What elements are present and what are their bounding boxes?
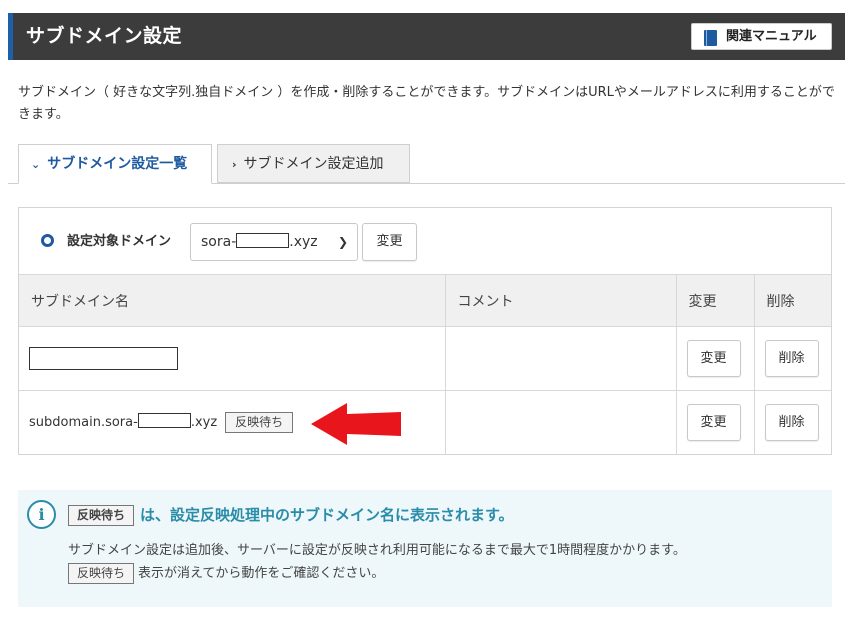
tab-subdomain-list[interactable]: ⌄ サブドメイン設定一覧 [18,144,212,184]
page-title: サブドメイン設定 [26,25,183,47]
table-row: 変更 削除 [19,326,831,391]
info-box: i 反映待ち は、設定反映処理中のサブドメイン名に表示されます。 サブドメイン設定… [18,490,832,607]
change-cell: 変更 [676,390,755,455]
info-line2: 反映待ち 表示が消えてから動作をご確認ください。 [68,562,384,584]
domain-value-suffix: .xyz [289,234,318,250]
book-icon [704,30,717,46]
chevron-right-icon: › [232,158,237,171]
pending-badge: 反映待ち [68,505,135,526]
subdomain-table: サブドメイン名 コメント 変更 削除 変更 削除 subdomain.sora-… [19,274,831,455]
target-domain-select[interactable]: sora- .xyz ❯ [190,223,358,261]
header-change: 変更 [676,274,755,327]
delete-button[interactable]: 削除 [764,404,819,442]
subdomain-name-cell [19,326,446,391]
change-button[interactable]: 変更 [686,340,741,377]
table-header-row: サブドメイン名 コメント 変更 削除 [19,274,831,327]
domain-value-prefix: sora- [201,234,237,250]
info-line2-text: 表示が消えてから動作をご確認ください。 [138,566,385,581]
info-icon: i [27,500,56,529]
info-heading: 反映待ち は、設定反映処理中のサブドメイン名に表示されます。 [68,504,514,526]
chevron-down-icon: ⌄ [31,158,41,171]
header-subdomain-name: サブドメイン名 [19,274,446,327]
table-row: subdomain.sora- .xyz 反映待ち 変更 削除 [19,390,831,455]
page-description: サブドメイン（ 好きな文字列.独自ドメイン ）を作成・削除することができます。サ… [18,85,835,122]
comment-cell [445,326,677,391]
tab-subdomain-list-label: サブドメイン設定一覧 [47,156,188,172]
tab-subdomain-add-label: サブドメイン設定追加 [243,156,384,172]
info-heading-text: は、設定反映処理中のサブドメイン名に表示されます。 [140,506,514,524]
change-button[interactable]: 変更 [686,404,741,442]
radio-indicator-icon [41,234,54,247]
subdomain-name-prefix: subdomain.sora- [29,415,138,431]
change-cell: 変更 [676,326,755,391]
target-domain-row: 設定対象ドメイン sora- .xyz ❯ 変更 [19,208,831,274]
related-manual-button[interactable]: 関連マニュアル [691,23,832,50]
delete-cell: 削除 [754,326,831,391]
target-domain-label: 設定対象ドメイン [67,234,172,249]
redacted-box [236,233,290,248]
related-manual-label: 関連マニュアル [726,29,817,44]
redacted-box [29,347,178,370]
pending-badge: 反映待ち [68,563,135,584]
change-domain-button[interactable]: 変更 [362,223,417,261]
header-delete: 削除 [754,274,831,327]
header-accent-bar [8,13,13,60]
comment-cell [445,390,677,455]
chevron-down-icon: ❯ [337,235,348,249]
delete-button[interactable]: 削除 [764,340,819,377]
tab-subdomain-add[interactable]: › サブドメイン設定追加 [217,144,410,183]
subdomain-list-panel: 設定対象ドメイン sora- .xyz ❯ 変更 サブドメイン名 コメント 変更 … [18,207,832,455]
delete-cell: 削除 [754,390,831,455]
subdomain-name-suffix: .xyz [190,415,218,431]
header-comment: コメント [445,274,677,327]
red-arrow-icon [311,403,401,445]
page-header: サブドメイン設定 関連マニュアル [8,13,845,60]
info-line1: サブドメイン設定は追加後、サーバーに設定が反映され利用可能になるまで最大で1時間… [68,543,686,558]
redacted-box [137,413,191,429]
pending-badge: 反映待ち [225,412,294,434]
